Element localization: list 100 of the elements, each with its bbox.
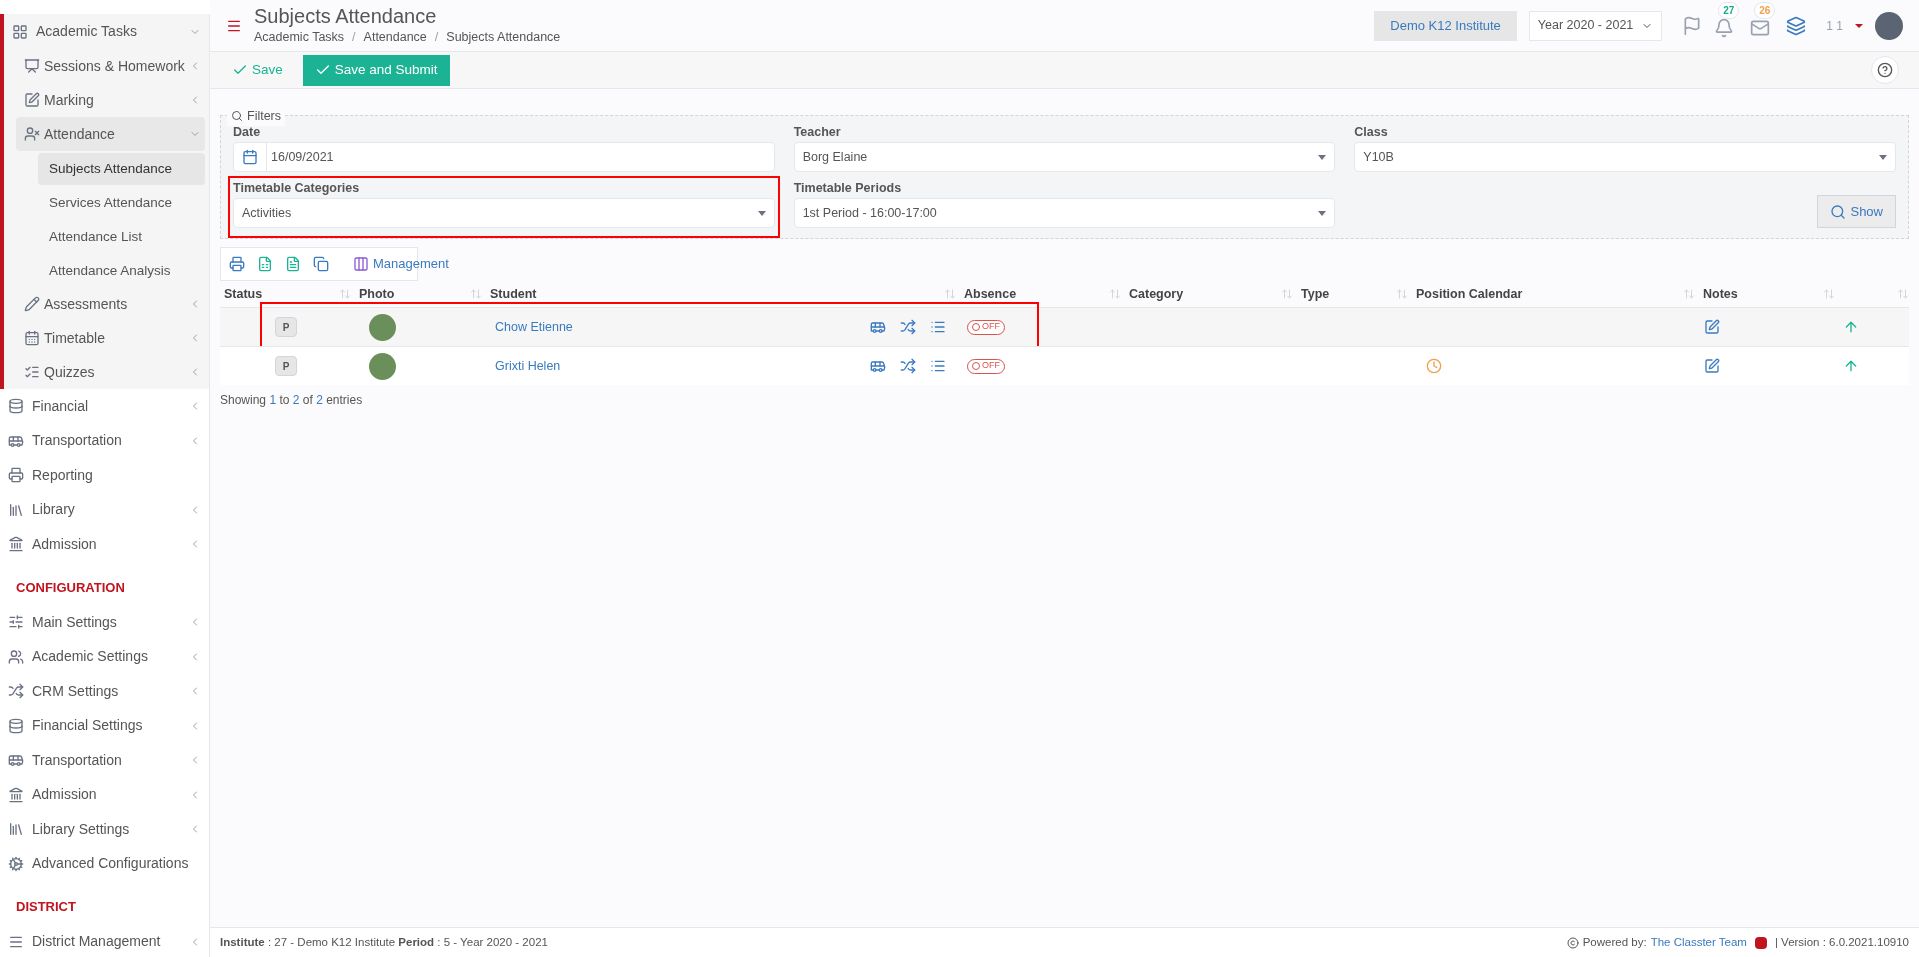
sort-icon[interactable] — [1823, 288, 1835, 300]
logo-icon — [1754, 936, 1767, 949]
submenu-link[interactable]: Services Attendance — [38, 187, 205, 219]
select-field[interactable]: Y10B — [1354, 142, 1896, 172]
column-header[interactable]: Absence — [964, 284, 1017, 304]
bell-icon[interactable] — [1714, 17, 1735, 38]
select-field[interactable]: Borg Elaine — [793, 142, 1336, 172]
column-header[interactable]: Status — [224, 284, 263, 304]
column-header[interactable]: Photo — [359, 284, 395, 304]
list-icon[interactable] — [930, 319, 946, 335]
breadcrumb-link[interactable]: Attendance — [363, 28, 427, 47]
item-label: District Management — [32, 932, 161, 952]
sort-icon[interactable] — [339, 288, 351, 300]
show-button[interactable]: Show — [1817, 195, 1896, 228]
flag-icon[interactable] — [1682, 15, 1703, 36]
caret-icon — [1879, 154, 1887, 160]
help-button[interactable] — [1871, 56, 1899, 84]
shuffle-icon[interactable] — [900, 319, 916, 335]
sidebar-subitem[interactable]: Assessments — [16, 287, 205, 321]
sidebar-item[interactable]: Transportation — [0, 743, 209, 778]
item-label: CRM Settings — [32, 681, 119, 701]
bus-icon[interactable] — [870, 358, 886, 374]
sidebar-subitem[interactable]: Timetable — [16, 321, 205, 355]
item-label: Timetable — [44, 328, 105, 348]
field-label: Class — [1354, 124, 1389, 141]
sidebar-subitem[interactable]: Marking — [16, 83, 205, 117]
student-photo-placeholder — [369, 352, 396, 380]
absence-toggle[interactable]: OFF — [967, 358, 1005, 374]
status-button[interactable]: P — [275, 356, 297, 376]
team-link[interactable]: The Classter Team — [1650, 933, 1747, 952]
sidebar-subitem[interactable]: Sessions & Homework — [16, 49, 205, 83]
column-header[interactable]: Position Calendar — [1416, 284, 1523, 304]
notes-edit-icon[interactable] — [1704, 358, 1720, 374]
column-header[interactable]: Notes — [1703, 284, 1738, 304]
print-icon[interactable] — [229, 256, 245, 272]
sidebar-item[interactable]: CRM Settings — [0, 674, 209, 709]
sort-icon[interactable] — [1109, 288, 1121, 300]
columns-icon — [353, 256, 369, 272]
student-photo-placeholder — [369, 313, 396, 341]
column-header[interactable]: Type — [1301, 284, 1330, 304]
sidebar-item[interactable]: Financial Settings — [0, 708, 209, 743]
sidebar-item[interactable]: Academic Settings — [0, 639, 209, 674]
spreadsheet-icon[interactable] — [257, 256, 273, 272]
sort-icon[interactable] — [1897, 288, 1909, 300]
menu-item-icon — [8, 467, 24, 484]
shuffle-icon[interactable] — [900, 358, 916, 374]
institute-button[interactable]: Demo K12 Institute — [1374, 10, 1517, 41]
submenu-link[interactable]: Subjects Attendance — [38, 153, 205, 185]
sort-icon[interactable] — [944, 288, 956, 300]
sidebar-item[interactable]: Academic Tasks — [4, 14, 209, 49]
sidebar-item[interactable]: Library Settings — [0, 812, 209, 847]
sidebar-item[interactable]: Admission — [0, 777, 209, 812]
document-icon[interactable] — [285, 256, 301, 272]
select-field[interactable]: Activities — [233, 198, 775, 228]
item-label: Attendance — [44, 124, 115, 144]
status-button[interactable]: P — [275, 317, 297, 337]
item-label: Library — [32, 500, 75, 520]
message-count: 26 — [1754, 1, 1776, 19]
breadcrumb-link[interactable]: Subjects Attendance — [446, 28, 561, 47]
item-label: Admission — [32, 534, 97, 554]
copy-icon[interactable] — [313, 256, 329, 272]
list-icon[interactable] — [930, 358, 946, 374]
sidebar-item[interactable]: Library — [0, 492, 209, 527]
sort-icon[interactable] — [470, 288, 482, 300]
sidebar-item[interactable]: Advanced Configurations — [0, 846, 209, 881]
select-field[interactable]: 1st Period - 16:00-17:00 — [793, 198, 1336, 228]
notes-edit-icon[interactable] — [1704, 319, 1720, 335]
sort-icon[interactable] — [1683, 288, 1695, 300]
sort-icon[interactable] — [1281, 288, 1293, 300]
sidebar-item[interactable]: Admission — [0, 527, 209, 562]
management-button[interactable]: Management — [353, 254, 449, 274]
page-title: Subjects Attendance — [254, 4, 438, 29]
student-link[interactable]: Grixti Helen — [495, 356, 561, 376]
calendar-icon — [242, 149, 258, 165]
field-label: Date — [233, 124, 262, 141]
year-select[interactable]: Year 2020 - 2021 — [1528, 10, 1663, 41]
sidebar-item[interactable]: Transportation — [0, 423, 209, 458]
sidebar-subitem[interactable]: Attendance — [16, 117, 205, 151]
menu-item-icon — [24, 364, 40, 380]
submenu-link[interactable]: Attendance Analysis — [38, 255, 205, 287]
user-avatar[interactable] — [1875, 11, 1903, 40]
column-header[interactable]: Student — [490, 284, 537, 304]
absence-toggle[interactable]: OFF — [967, 319, 1005, 335]
sidebar-item[interactable]: Main Settings — [0, 605, 209, 640]
column-header[interactable]: Category — [1129, 284, 1184, 304]
item-label: Financial Settings — [32, 716, 143, 736]
bus-icon[interactable] — [870, 319, 886, 335]
sidebar-subitem[interactable]: Quizzes — [16, 355, 205, 389]
breadcrumb-link[interactable]: Academic Tasks — [254, 28, 345, 47]
clock-icon[interactable] — [1426, 358, 1442, 374]
date-field[interactable]: 16/09/2021 — [233, 142, 775, 172]
student-link[interactable]: Chow Etienne — [495, 317, 573, 337]
sort-icon[interactable] — [1396, 288, 1408, 300]
sidebar-item[interactable]: Financial — [0, 389, 209, 424]
caret-icon — [1318, 210, 1327, 216]
sidebar-item[interactable]: District Management — [0, 924, 209, 957]
search-icon — [231, 110, 243, 123]
breadcrumb-separator: / — [352, 29, 356, 47]
submenu-link[interactable]: Attendance List — [38, 221, 205, 253]
sidebar-item[interactable]: Reporting — [0, 458, 209, 493]
